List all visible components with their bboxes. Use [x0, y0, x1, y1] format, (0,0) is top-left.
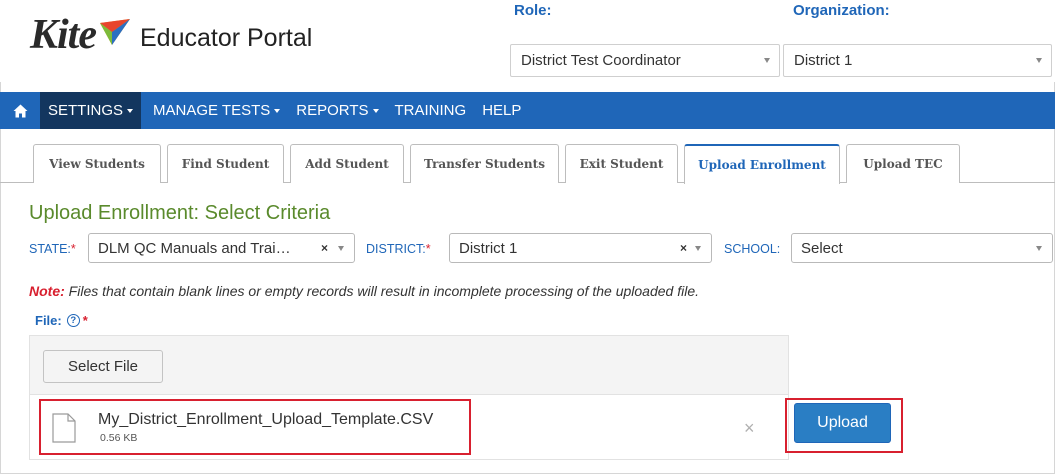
tab-upload-enrollment[interactable]: Upload Enrollment — [684, 144, 840, 184]
home-button[interactable] — [0, 92, 40, 129]
state-label-text: STATE: — [29, 242, 71, 256]
header: Kite Educator Portal Role: District Test… — [0, 0, 1055, 82]
organization-label: Organization: — [793, 2, 890, 19]
tab-find-student[interactable]: Find Student — [167, 144, 284, 183]
role-select[interactable]: District Test Coordinator — [510, 44, 780, 77]
school-select[interactable]: Select — [791, 233, 1053, 263]
required-mark: * — [82, 313, 88, 328]
state-label: STATE:* — [29, 242, 76, 256]
help-icon[interactable]: ? — [66, 314, 80, 327]
state-select[interactable]: DLM QC Manuals and Trai… × — [88, 233, 355, 263]
tab-exit-student[interactable]: Exit Student — [565, 144, 678, 183]
logo-text: Kite — [30, 12, 97, 58]
tab-transfer-students[interactable]: Transfer Students — [410, 144, 559, 183]
nav-reports[interactable]: REPORTS — [288, 92, 386, 129]
clear-icon[interactable]: × — [680, 241, 687, 255]
district-label-text: DISTRICT: — [366, 242, 426, 256]
logo[interactable]: Kite Educator Portal — [30, 12, 312, 58]
caret-down-icon — [274, 108, 281, 113]
tab-view-students[interactable]: View Students — [33, 144, 161, 183]
organization-select[interactable]: District 1 — [783, 44, 1052, 77]
main-nav: SETTINGS MANAGE TESTS REPORTS TRAINING H… — [0, 92, 1055, 129]
upload-button[interactable]: Upload — [794, 403, 891, 443]
clear-icon[interactable]: × — [321, 241, 328, 255]
role-label: Role: — [514, 2, 552, 19]
role-select-value: District Test Coordinator — [521, 52, 681, 69]
state-select-value: DLM QC Manuals and Trai… — [98, 240, 291, 257]
nav-training[interactable]: TRAINING — [387, 92, 475, 129]
upload-note: Note: Files that contain blank lines or … — [29, 283, 699, 299]
nav-training-label: TRAINING — [394, 102, 467, 119]
nav-help-label: HELP — [482, 102, 522, 119]
portal-subtitle: Educator Portal — [140, 23, 313, 52]
required-mark: * — [70, 242, 76, 256]
school-label: SCHOOL: — [724, 242, 781, 256]
chevron-down-icon — [695, 246, 701, 251]
nav-help[interactable]: HELP — [474, 92, 529, 129]
required-mark: * — [425, 242, 431, 256]
file-size: 0.56 KB — [100, 432, 138, 444]
remove-file-icon[interactable]: × — [744, 418, 755, 439]
nav-settings[interactable]: SETTINGS — [40, 92, 142, 129]
nav-settings-label: SETTINGS — [48, 102, 124, 119]
chevron-down-icon — [338, 246, 344, 251]
kite-logo-icon — [100, 19, 130, 45]
chevron-down-icon — [764, 58, 770, 63]
chevron-down-icon — [1036, 246, 1042, 251]
caret-down-icon — [372, 108, 379, 113]
page-title: Upload Enrollment: Select Criteria — [29, 202, 331, 224]
file-icon — [52, 413, 76, 443]
tab-bar: View Students Find Student Add Student T… — [0, 140, 1055, 184]
caret-down-icon — [127, 108, 134, 113]
school-select-value: Select — [801, 240, 843, 257]
nav-reports-label: REPORTS — [296, 102, 369, 119]
nav-manage-tests[interactable]: MANAGE TESTS — [145, 92, 288, 129]
chevron-down-icon — [1036, 58, 1042, 63]
district-select[interactable]: District 1 × — [449, 233, 712, 263]
nav-manage-tests-label: MANAGE TESTS — [153, 102, 271, 119]
tab-upload-tec[interactable]: Upload TEC — [846, 144, 960, 183]
note-label: Note: — [29, 283, 65, 299]
organization-select-value: District 1 — [794, 52, 853, 69]
note-text: Files that contain blank lines or empty … — [64, 283, 699, 299]
file-label: File: ? * — [35, 313, 88, 328]
home-icon — [13, 104, 27, 117]
file-label-text: File: — [35, 313, 62, 328]
district-select-value: District 1 — [459, 240, 518, 257]
file-name: My_District_Enrollment_Upload_Template.C… — [98, 411, 434, 428]
tab-add-student[interactable]: Add Student — [290, 144, 404, 183]
district-label: DISTRICT:* — [366, 242, 431, 256]
select-file-button[interactable]: Select File — [43, 350, 163, 383]
